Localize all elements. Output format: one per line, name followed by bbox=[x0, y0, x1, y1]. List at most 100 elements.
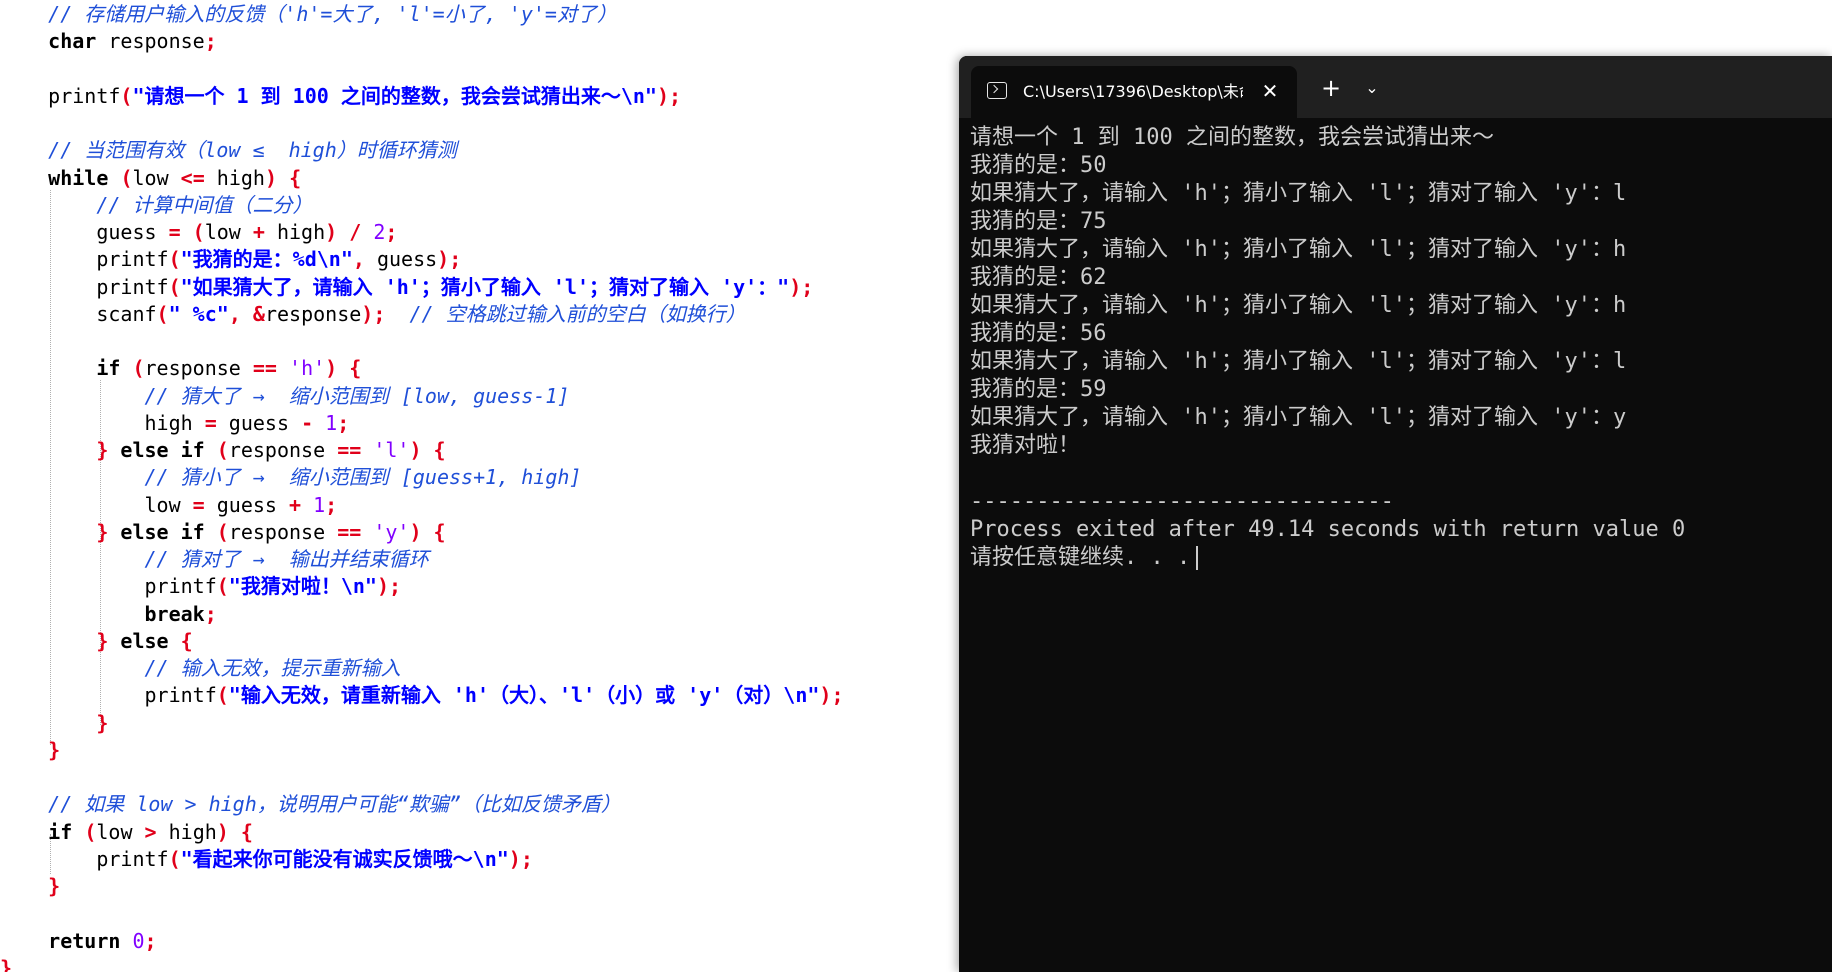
console-line: 我猜的是：75 bbox=[970, 209, 1107, 234]
code-editor[interactable]: // 存储用户输入的反馈（'h'=大了, 'l'=小了, 'y'=对了） cha… bbox=[0, 0, 960, 972]
code-token: ) bbox=[264, 166, 278, 190]
code-token: ( bbox=[120, 166, 133, 190]
code-line: // 猜小了 → 缩小范围到 [guess+1, high] bbox=[0, 464, 582, 491]
code-token: ) bbox=[361, 302, 374, 326]
tab-title: C:\Users\17396\Desktop\未命名 bbox=[1023, 82, 1243, 101]
code-line: high = guess - 1; bbox=[0, 410, 350, 437]
code-token: high bbox=[264, 220, 326, 244]
code-line: printf("请想一个 1 到 100 之间的整数，我会尝试猜出来～\n"); bbox=[0, 83, 681, 110]
code-token: 'y' bbox=[373, 520, 410, 544]
console-line: 如果猜大了，请输入 'h'；猜小了输入 'l'；猜对了输入 'y'：l bbox=[970, 349, 1627, 374]
code-line: } bbox=[0, 710, 108, 737]
code-token: else if bbox=[120, 438, 205, 462]
code-token: 2 bbox=[373, 220, 386, 244]
code-line: printf("看起来你可能没有诚实反馈哦～\n"); bbox=[0, 846, 533, 873]
terminal-titlebar: C:\Users\17396\Desktop\未命名 ✕ + ⌄ bbox=[959, 56, 1832, 118]
code-token: else if bbox=[120, 520, 205, 544]
code-token: { bbox=[349, 356, 362, 380]
code-token: ) bbox=[409, 520, 422, 544]
code-token: } bbox=[96, 629, 109, 653]
code-token: return bbox=[48, 929, 121, 953]
code-line: // 当范围有效（low ≤ high）时循环猜测 bbox=[0, 137, 457, 164]
code-token: char bbox=[48, 29, 97, 53]
code-line: if (response == 'h') { bbox=[0, 355, 361, 382]
code-token: ( bbox=[216, 683, 229, 707]
code-token: == bbox=[337, 520, 362, 544]
console-line: 如果猜大了，请输入 'h'；猜小了输入 'l'；猜对了输入 'y'：h bbox=[970, 237, 1627, 262]
code-token: ( bbox=[216, 520, 229, 544]
code-line: } else if (response == 'y') { bbox=[0, 519, 445, 546]
code-token: ( bbox=[120, 84, 133, 108]
console-line: 如果猜大了，请输入 'h'；猜小了输入 'l'；猜对了输入 'y'：l bbox=[970, 181, 1627, 206]
code-line: // 如果 low > high，说明用户可能“欺骗”（比如反馈矛盾） bbox=[0, 791, 621, 818]
code-token: ; bbox=[204, 29, 217, 53]
code-line: // 存储用户输入的反馈（'h'=大了, 'l'=小了, 'y'=对了） bbox=[0, 1, 617, 28]
new-tab-button[interactable]: + bbox=[1311, 70, 1351, 106]
code-line: // 猜大了 → 缩小范围到 [low, guess-1] bbox=[0, 383, 570, 410]
code-token: high bbox=[204, 166, 265, 190]
close-tab-icon[interactable]: ✕ bbox=[1257, 77, 1283, 105]
code-token: ; bbox=[669, 84, 682, 108]
code-token: ) bbox=[508, 847, 521, 871]
code-token: // 猜对了 → 输出并结束循环 bbox=[144, 547, 429, 571]
code-token: low bbox=[132, 166, 181, 190]
code-token: "我猜的是：%d\n" bbox=[180, 247, 353, 271]
code-token: printf bbox=[96, 847, 169, 871]
terminal-tab[interactable]: C:\Users\17396\Desktop\未命名 ✕ bbox=[971, 66, 1297, 118]
code-token: } bbox=[96, 438, 109, 462]
console-line: -------------------------------- bbox=[970, 489, 1394, 514]
chevron-down-icon[interactable]: ⌄ bbox=[1355, 70, 1389, 106]
code-token: = bbox=[192, 493, 205, 517]
code-token: guess bbox=[204, 493, 290, 517]
code-token: low bbox=[96, 820, 145, 844]
code-token: // 如果 low > high，说明用户可能“欺骗”（比如反馈矛盾） bbox=[48, 792, 621, 816]
code-token: // 输入无效，提示重新输入 bbox=[144, 656, 401, 680]
code-token: ) bbox=[656, 84, 670, 108]
code-token: == bbox=[337, 438, 362, 462]
console-line: 我猜对啦！ bbox=[970, 433, 1081, 458]
console-output[interactable]: 请想一个 1 到 100 之间的整数，我会尝试猜出来～ 我猜的是：50 如果猜大了，… bbox=[970, 124, 1820, 964]
code-token: & bbox=[252, 302, 265, 326]
console-icon bbox=[987, 82, 1007, 99]
code-token: high bbox=[156, 820, 217, 844]
code-token: ( bbox=[168, 275, 181, 299]
code-token: { bbox=[180, 629, 193, 653]
code-token: printf bbox=[96, 247, 169, 271]
code-token: guess bbox=[364, 247, 438, 271]
code-token: scanf bbox=[96, 302, 157, 326]
code-line: printf("如果猜大了，请输入 'h'；猜小了输入 'l'；猜对了输入 'y… bbox=[0, 274, 813, 301]
code-token: } bbox=[48, 874, 61, 898]
code-token: response bbox=[144, 356, 253, 380]
code-token: ; bbox=[385, 220, 398, 244]
code-token: "请想一个 1 到 100 之间的整数，我会尝试猜出来～\n" bbox=[132, 84, 657, 108]
code-token: guess bbox=[216, 411, 302, 435]
code-token: = bbox=[204, 411, 217, 435]
code-token: / bbox=[349, 220, 362, 244]
terminal-window[interactable]: C:\Users\17396\Desktop\未命名 ✕ + ⌄ 请想一个 1 … bbox=[959, 56, 1832, 972]
code-line: // 输入无效，提示重新输入 bbox=[0, 655, 401, 682]
code-line: low = guess + 1; bbox=[0, 492, 338, 519]
